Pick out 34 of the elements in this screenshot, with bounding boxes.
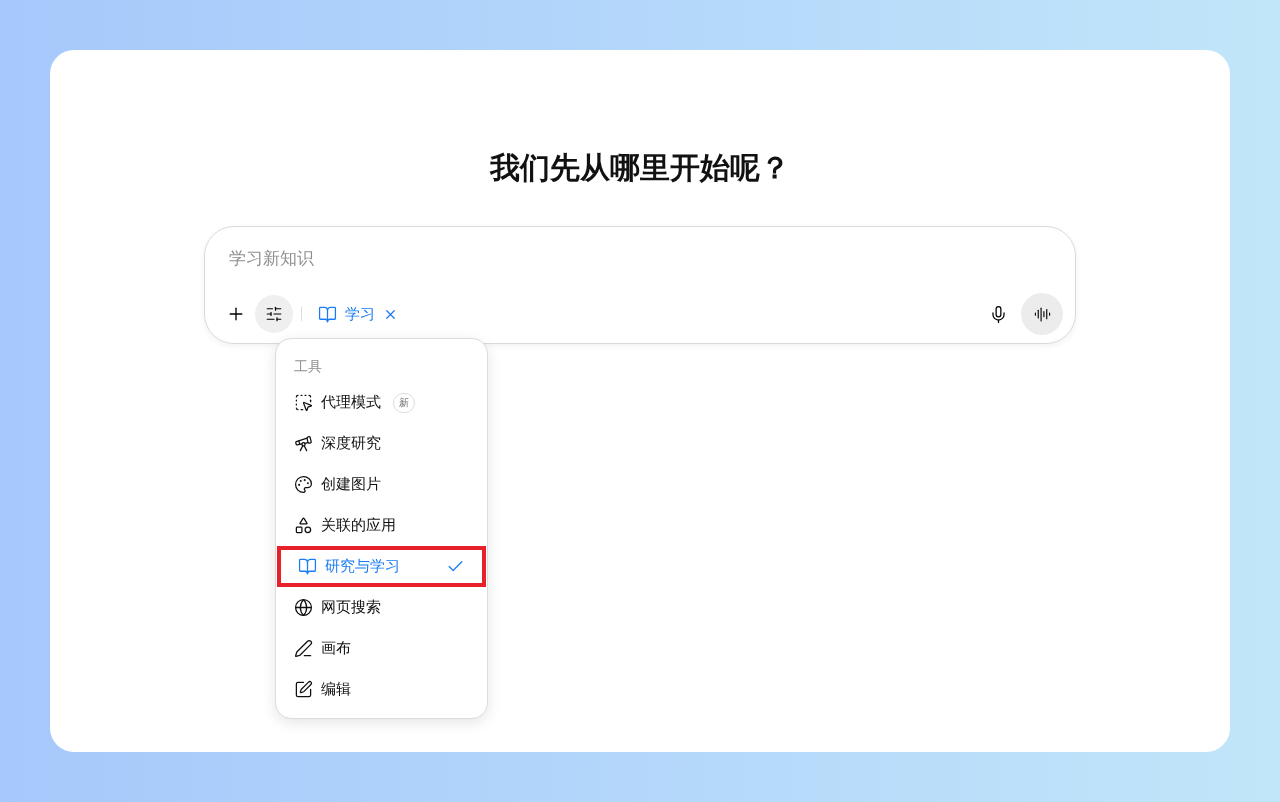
menu-item-label: 编辑 — [321, 679, 351, 701]
voice-mode-button[interactable] — [1021, 293, 1063, 335]
sliders-icon — [265, 305, 283, 323]
pen-icon — [294, 639, 313, 658]
pointer-icon — [294, 393, 313, 412]
menu-item[interactable]: 关联的应用 — [277, 505, 486, 546]
waveform-icon — [1033, 305, 1051, 323]
menu-item-label: 关联的应用 — [321, 515, 396, 537]
book-icon — [318, 304, 337, 324]
palette-icon — [294, 475, 313, 494]
edit-icon — [294, 680, 313, 699]
menu-item[interactable]: 网页搜索 — [277, 587, 486, 628]
menu-item-label: 画布 — [321, 638, 351, 660]
menu-item-label: 深度研究 — [321, 433, 381, 455]
book-icon — [298, 557, 317, 576]
prompt-input[interactable]: 学习新知识 — [229, 245, 729, 271]
menu-item[interactable]: 研究与学习 — [277, 546, 486, 587]
globe-icon — [294, 598, 313, 617]
menu-item-label: 创建图片 — [321, 474, 381, 496]
apps-icon — [294, 516, 313, 535]
menu-item-label: 网页搜索 — [321, 597, 381, 619]
menu-item-label: 研究与学习 — [325, 556, 400, 578]
menu-item[interactable]: 代理模式 新 — [277, 382, 486, 423]
page-heading: 我们先从哪里开始呢？ — [490, 149, 790, 187]
tools-button[interactable] — [255, 295, 293, 333]
menu-item-label: 代理模式 — [321, 392, 381, 414]
study-chip[interactable]: 学习 — [310, 298, 406, 330]
telescope-icon — [294, 434, 313, 453]
menu-heading: 工具 — [293, 356, 323, 376]
menu-item[interactable]: 编辑 — [277, 669, 486, 710]
menu-item[interactable]: 深度研究 — [277, 423, 486, 464]
chip-label: 学习 — [345, 303, 375, 325]
menu-item[interactable]: 画布 — [277, 628, 486, 669]
menu-item[interactable]: 创建图片 — [277, 464, 486, 505]
